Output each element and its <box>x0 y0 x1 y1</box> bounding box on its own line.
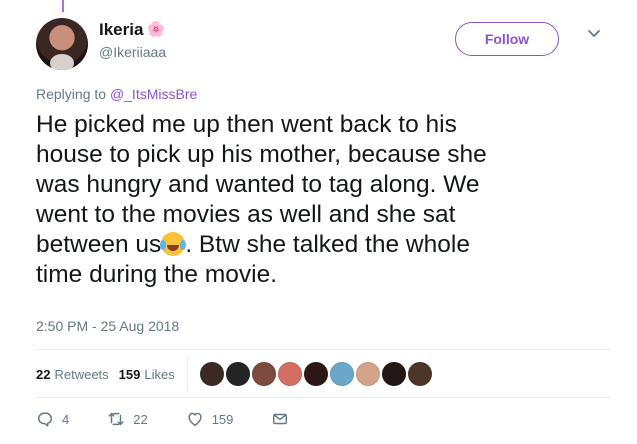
retweet-icon <box>108 412 124 426</box>
tweet-actions: 4 22 159 <box>36 408 335 430</box>
liker-avatar[interactable] <box>199 362 224 386</box>
liker-avatar[interactable] <box>303 362 328 386</box>
like-stat[interactable]: 159 Likes <box>119 367 175 382</box>
tweet-stats: 22 Retweets 159 Likes <box>36 357 432 391</box>
author-info[interactable]: Ikeria 🌸 @Ikeriiaaa <box>99 20 166 60</box>
user-handle[interactable]: @Ikeriiaaa <box>99 44 166 60</box>
replying-to: Replying to @_ItsMissBre <box>36 86 197 102</box>
follow-button[interactable]: Follow <box>455 22 559 56</box>
face-with-tears-of-joy-emoji-icon <box>160 232 186 256</box>
avatar[interactable] <box>36 18 88 70</box>
envelope-icon <box>273 413 288 425</box>
thread-connector-line <box>62 0 64 12</box>
reply-button[interactable]: 4 <box>36 410 69 428</box>
replying-prefix: Replying to <box>36 86 110 102</box>
stats-top-divider <box>36 349 611 350</box>
liker-avatar[interactable] <box>355 362 380 386</box>
stats-separator <box>186 357 188 391</box>
retweet-stat[interactable]: 22 Retweets <box>36 367 109 382</box>
retweet-action-count: 22 <box>133 411 148 427</box>
tweet-header: Ikeria 🌸 @Ikeriiaaa Follow <box>36 16 611 74</box>
stats-bottom-divider <box>36 397 611 398</box>
retweet-button[interactable]: 22 <box>107 410 148 428</box>
tweet-text: He picked me up then went back to his ho… <box>36 110 601 290</box>
retweet-label: Retweets <box>54 366 109 382</box>
liker-avatar[interactable] <box>277 362 302 386</box>
cherry-blossom-emoji-icon: 🌸 <box>146 21 166 38</box>
liker-avatar[interactable] <box>407 362 432 386</box>
direct-message-button[interactable] <box>271 410 297 428</box>
like-label: Likes <box>144 366 175 382</box>
replying-to-user-link[interactable]: @_ItsMissBre <box>110 86 197 102</box>
liker-avatar[interactable] <box>329 362 354 386</box>
display-name[interactable]: Ikeria <box>99 20 143 39</box>
reply-icon <box>37 412 53 427</box>
retweet-count: 22 <box>36 366 51 382</box>
liker-avatar[interactable] <box>251 362 276 386</box>
liker-avatars <box>199 362 432 386</box>
like-count: 159 <box>118 366 141 382</box>
chevron-down-icon[interactable] <box>587 28 601 40</box>
like-button[interactable]: 159 <box>186 410 234 428</box>
liker-avatar[interactable] <box>225 362 250 386</box>
heart-icon <box>188 412 202 427</box>
reply-count: 4 <box>62 411 70 427</box>
tweet-timestamp[interactable]: 2:50 PM - 25 Aug 2018 <box>36 318 179 334</box>
liker-avatar[interactable] <box>381 362 406 386</box>
like-action-count: 159 <box>211 411 234 427</box>
